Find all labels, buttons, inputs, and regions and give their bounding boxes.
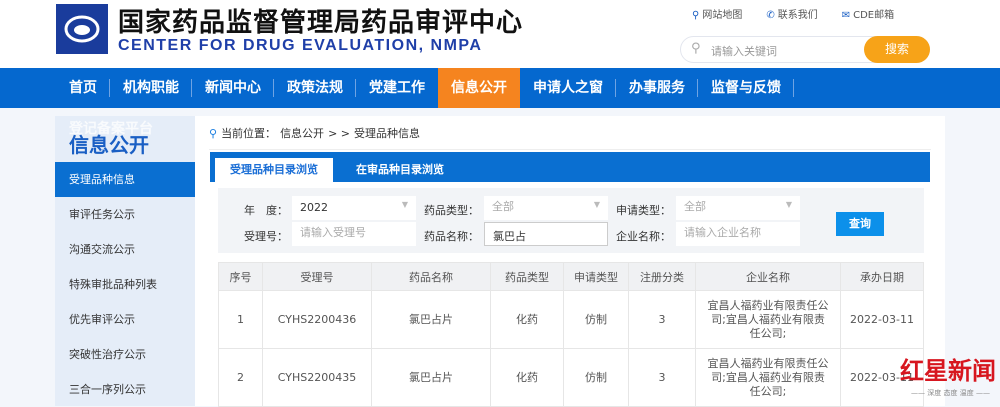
sidebar-item-review-tasks[interactable]: 审评任务公示 (55, 197, 195, 232)
sidebar: 登记备案平台 信息公开 受理品种信息 审评任务公示 沟通交流公示 特殊审批品种列… (55, 116, 195, 406)
cell-company: 宜昌人福药业有限责任公司;宜昌人福药业有限责任公司; (695, 348, 841, 407)
main-content: ⚲ 当前位置： 信息公开 > > 受理品种信息 受理品种目录浏览 在审品种目录浏… (195, 116, 945, 407)
nav-policy[interactable]: 政策法规 (274, 68, 356, 108)
nav-home[interactable]: 首页 (56, 68, 110, 108)
cell-drug-type: 化药 (490, 290, 564, 349)
cell-reg-class: 3 (628, 290, 696, 349)
nav-feedback[interactable]: 监督与反馈 (698, 68, 794, 108)
sidebar-title: 信息公开 (69, 133, 149, 157)
cell-date: 2022-03-11 (840, 290, 924, 349)
nav-applicant[interactable]: 申请人之窗 (520, 68, 616, 108)
cell-accept-no: CYHS2200435 (262, 348, 372, 407)
nav-info-public[interactable]: 信息公开 (438, 68, 520, 108)
breadcrumb-info-public[interactable]: 信息公开 (280, 125, 324, 141)
chevron-down-icon: ▼ (401, 200, 408, 209)
results-table: 序号 受理号 药品名称 药品类型 申请类型 注册分类 企业名称 承办日期 1 C… (218, 262, 924, 407)
table-header: 序号 受理号 药品名称 药品类型 申请类型 注册分类 企业名称 承办日期 (218, 262, 924, 291)
apply-type-select[interactable]: 全部 ▼ (676, 196, 800, 220)
phone-icon: ✆ (766, 10, 775, 21)
col-apply-type: 申请类型 (563, 262, 629, 291)
chevron-down-icon: ▼ (785, 200, 792, 209)
sidebar-item-sequence[interactable]: 三合一序列公示 (55, 372, 195, 407)
nav-services[interactable]: 办事服务 (616, 68, 698, 108)
tab-bar: 受理品种目录浏览 在审品种目录浏览 (210, 152, 930, 182)
location-pin-icon: ⚲ (692, 10, 700, 21)
year-label: 年 度： (244, 204, 288, 217)
site-subtitle: CENTER FOR DRUG EVALUATION, NMPA (118, 37, 483, 54)
breadcrumb-prefix: 当前位置： (221, 127, 277, 140)
sitemap-label: 网站地图 (702, 10, 743, 21)
sitemap-link[interactable]: ⚲ 网站地图 (692, 6, 742, 21)
drug-name-input[interactable]: 氯巴占 (484, 222, 608, 246)
accept-no-label: 受理号： (244, 230, 288, 243)
drug-type-select[interactable]: 全部 ▼ (484, 196, 608, 220)
mail-icon: ✉ (841, 10, 851, 21)
main-nav: 首页 机构职能 新闻中心 政策法规 党建工作 信息公开 申请人之窗 办事服务 监… (0, 68, 1000, 108)
site-search: ⚲ 请输入关键词 搜索 (680, 36, 930, 63)
email-link[interactable]: ✉ CDE邮箱 (842, 6, 894, 21)
apply-type-label: 申请类型： (616, 204, 671, 217)
col-accept-no: 受理号 (262, 262, 372, 291)
accept-no-input[interactable]: 请输入受理号 (292, 222, 416, 246)
cell-drug-name: 氯巴占片 (371, 290, 491, 349)
cell-reg-class: 3 (628, 348, 696, 407)
company-label: 企业名称： (616, 230, 671, 243)
table-row[interactable]: 1 CYHS2200436 氯巴占片 化药 仿制 3 宜昌人福药业有限责任公司;… (218, 290, 924, 349)
cell-apply-type: 仿制 (563, 290, 629, 349)
query-button[interactable]: 查询 (836, 212, 884, 236)
contact-label: 联系我们 (777, 10, 818, 21)
sidebar-item-priority[interactable]: 优先审评公示 (55, 302, 195, 337)
cell-company: 宜昌人福药业有限责任公司;宜昌人福药业有限责任公司; (695, 290, 841, 349)
year-value: 2022 (300, 201, 328, 214)
divider (209, 149, 931, 150)
col-company: 企业名称 (695, 262, 841, 291)
cde-logo[interactable] (56, 4, 108, 54)
breadcrumb-separator: > > (328, 126, 350, 140)
cell-index: 2 (218, 348, 263, 407)
nav-news[interactable]: 新闻中心 (192, 68, 274, 108)
year-select[interactable]: 2022 ▼ (292, 196, 416, 220)
contact-link[interactable]: ✆ 联系我们 (766, 6, 817, 21)
nav-functions[interactable]: 机构职能 (110, 68, 192, 108)
cell-apply-type: 仿制 (563, 348, 629, 407)
search-input[interactable]: 请输入关键词 (711, 43, 777, 59)
sidebar-item-special[interactable]: 特殊审批品种列表 (55, 267, 195, 302)
search-icon: ⚲ (691, 41, 701, 56)
tab-accepted-catalog[interactable]: 受理品种目录浏览 (215, 158, 333, 182)
drug-type-value: 全部 (492, 200, 514, 213)
site-header: 国家药品监督管理局药品审评中心 CENTER FOR DRUG EVALUATI… (0, 0, 1000, 68)
sidebar-item-accepted[interactable]: 受理品种信息 (55, 162, 195, 197)
watermark-logo: 红星新闻 (900, 356, 996, 385)
sidebar-item-breakthrough[interactable]: 突破性治疗公示 (55, 337, 195, 372)
col-reg-class: 注册分类 (628, 262, 696, 291)
site-title: 国家药品监督管理局药品审评中心 (118, 8, 524, 38)
tab-under-review-catalog[interactable]: 在审品种目录浏览 (345, 158, 455, 182)
drug-type-label: 药品类型： (424, 204, 479, 217)
breadcrumb: ⚲ 当前位置： 信息公开 > > 受理品种信息 (209, 125, 420, 141)
cell-drug-type: 化药 (490, 348, 564, 407)
breadcrumb-current: 受理品种信息 (354, 127, 420, 140)
cell-index: 1 (218, 290, 263, 349)
table-row[interactable]: 2 CYHS2200435 氯巴占片 化药 仿制 3 宜昌人福药业有限责任公司;… (218, 348, 924, 407)
filter-panel: 年 度： 2022 ▼ 药品类型： 全部 ▼ 申请类型： 全部 ▼ 受理号： 请输入受… (218, 188, 924, 253)
chevron-down-icon: ▼ (593, 200, 600, 209)
col-drug-type: 药品类型 (490, 262, 564, 291)
apply-type-value: 全部 (684, 200, 706, 213)
col-index: 序号 (218, 262, 263, 291)
col-drug-name: 药品名称 (371, 262, 491, 291)
cell-accept-no: CYHS2200436 (262, 290, 372, 349)
company-input[interactable]: 请输入企业名称 (676, 222, 800, 246)
sidebar-item-communication[interactable]: 沟通交流公示 (55, 232, 195, 267)
col-date: 承办日期 (840, 262, 924, 291)
email-label: CDE邮箱 (853, 10, 895, 21)
search-button[interactable]: 搜索 (864, 36, 930, 63)
nav-party[interactable]: 党建工作 (356, 68, 438, 108)
watermark-slogan: —— 深度 态度 温度 —— (911, 389, 990, 397)
location-pin-icon: ⚲ (209, 126, 218, 140)
drug-name-label: 药品名称： (424, 230, 479, 243)
cell-drug-name: 氯巴占片 (371, 348, 491, 407)
